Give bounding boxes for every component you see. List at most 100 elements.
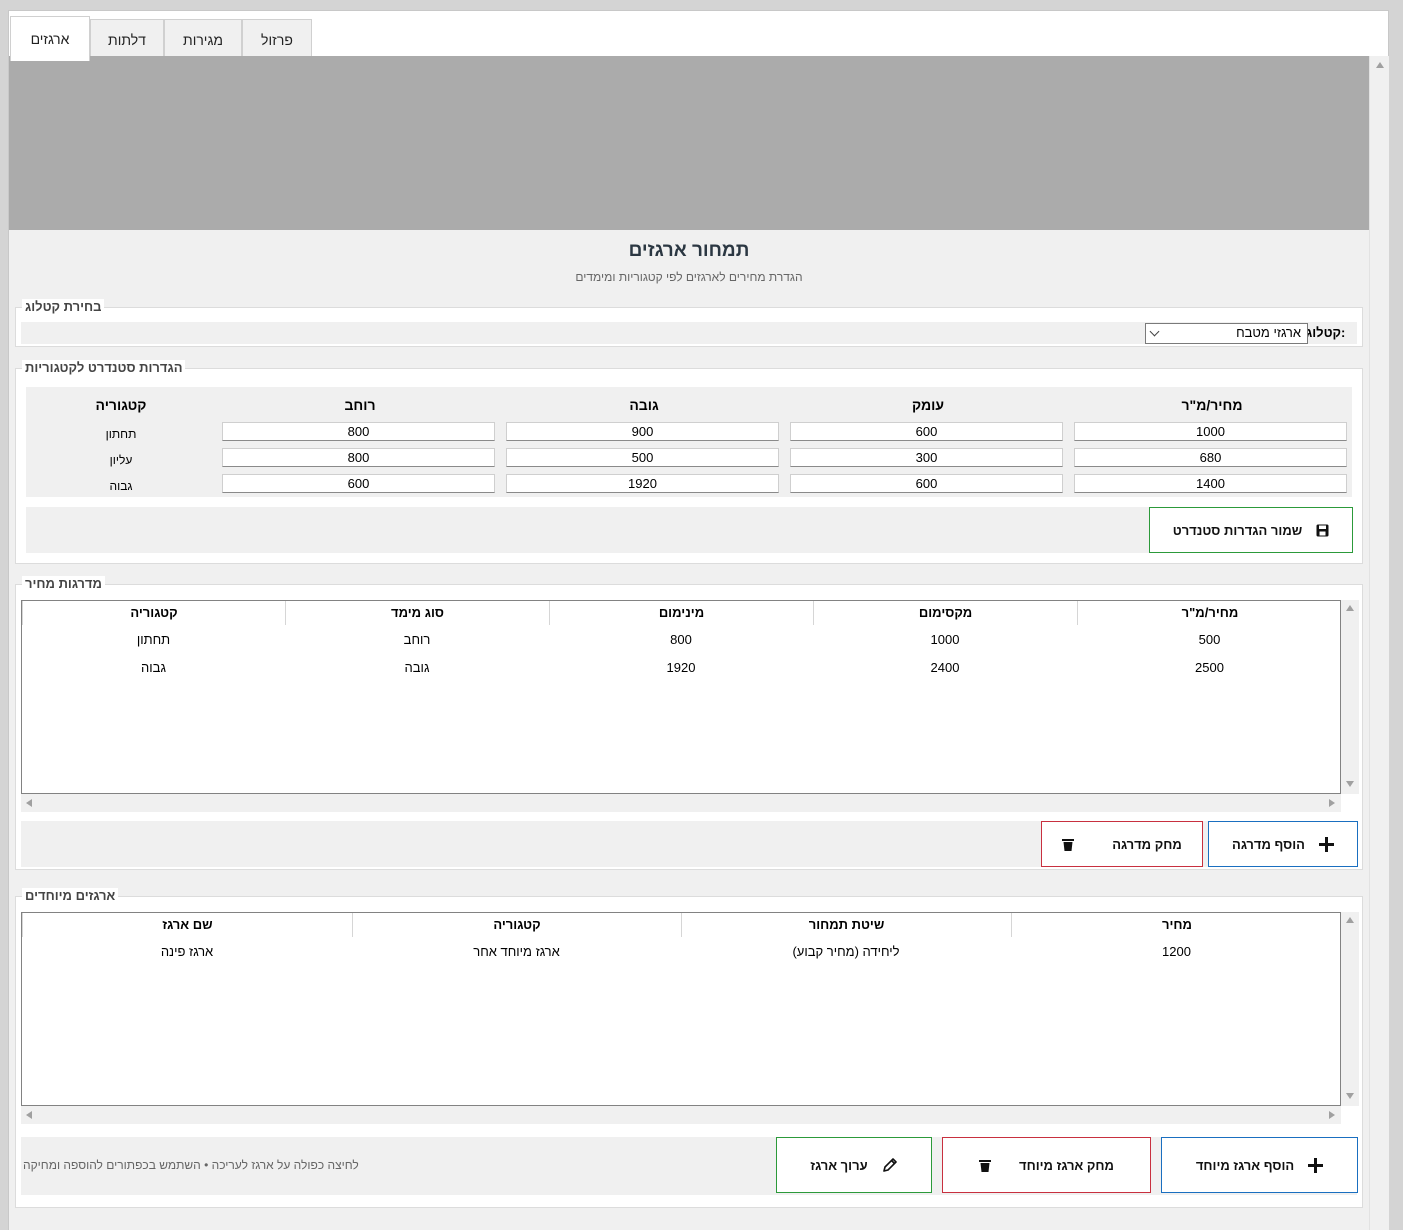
delete-tier-button[interactable]: מחק מדרגה <box>1041 821 1203 867</box>
width-input[interactable]: 600 <box>222 474 495 493</box>
special-vertical-scrollbar[interactable] <box>1341 912 1359 1106</box>
tier-cell[interactable]: 800 <box>549 632 813 647</box>
edit-box-button[interactable]: ערוך ארגז <box>776 1137 932 1193</box>
depth-input[interactable]: 300 <box>790 448 1063 467</box>
height-input[interactable]: 1920 <box>506 474 779 493</box>
pane-vertical-scrollbar[interactable] <box>1369 56 1389 1230</box>
trash-icon <box>979 1159 992 1172</box>
special-cell[interactable]: ארגז פינה <box>22 944 352 959</box>
scroll-down-icon[interactable] <box>1346 781 1354 787</box>
tiers-col-header[interactable]: מינימום <box>549 601 813 625</box>
height-input[interactable]: 900 <box>506 422 779 441</box>
plus-icon <box>1318 836 1334 852</box>
scroll-down-icon[interactable] <box>1346 1093 1354 1099</box>
save-standard-button[interactable]: שמור הגדרות סטנדרט <box>1149 507 1353 553</box>
tiers-col-header[interactable]: קטגוריה <box>22 601 285 625</box>
special-hint-text: לחיצה כפולה על ארגז לעריכה • השתמש בכפתו… <box>23 1158 359 1172</box>
boxes-pricing-pane: תמחור ארגזים הגדרת מחירים לארגזים לפי קט… <box>9 56 1369 1230</box>
row-category: עליון <box>109 453 133 467</box>
page-subtitle: הגדרת מחירים לארגזים לפי קטגוריות ומימדי… <box>575 270 803 284</box>
page-title: תמחור ארגזים <box>628 240 750 261</box>
depth-input[interactable]: 600 <box>790 422 1063 441</box>
catalog-select[interactable]: ארגזי מטבח <box>1145 323 1308 344</box>
app-window: ארגזים דלתות מגירות פרזול תמחור ארגזים ה… <box>8 10 1389 1230</box>
add-tier-label: הוסף מדרגה <box>1232 836 1305 852</box>
tier-cell[interactable]: רוחב <box>285 632 549 647</box>
tier-cell[interactable]: תחתון <box>22 632 285 647</box>
catalog-group-label: בחירת קטלוג <box>22 299 105 314</box>
depth-input[interactable]: 600 <box>790 474 1063 493</box>
tab-bar: ארגזים דלתות מגירות פרזול <box>9 15 1388 61</box>
col-width-header: רוחב <box>344 397 376 413</box>
tab-hardware[interactable]: פרזול <box>242 19 312 60</box>
special-col-header[interactable]: שיטת תמחור <box>681 913 1011 937</box>
col-category-header: קטגוריה <box>95 397 147 413</box>
special-col-header[interactable]: שם ארגז <box>22 913 352 937</box>
tier-cell[interactable]: 2500 <box>1077 660 1340 675</box>
price-input[interactable]: 1400 <box>1074 474 1347 493</box>
scroll-left-icon[interactable] <box>26 799 32 807</box>
col-height-header: גובה <box>629 397 659 413</box>
col-depth-header: עומק <box>911 397 945 413</box>
tier-cell[interactable]: 1920 <box>549 660 813 675</box>
special-horizontal-scrollbar[interactable] <box>21 1106 1341 1124</box>
special-group-label: ארגזים מיוחדים <box>22 888 119 903</box>
row-category: תחתון <box>105 427 137 441</box>
tier-cell[interactable]: 500 <box>1077 632 1340 647</box>
tier-cell[interactable]: 2400 <box>813 660 1077 675</box>
banner-image <box>9 56 1369 230</box>
special-boxes-table[interactable]: מחיר שיטת תמחור קטגוריה שם ארגז 1200 ליח… <box>21 912 1341 1106</box>
tiers-table[interactable]: מחיר/מ"ר מקסימום מינימום סוג מימד קטגורי… <box>21 600 1341 794</box>
catalog-select-value: ארגזי מטבח <box>1236 325 1301 340</box>
tiers-horizontal-scrollbar[interactable] <box>21 794 1341 812</box>
scroll-up-icon[interactable] <box>1346 917 1354 923</box>
tab-boxes[interactable]: ארגזים <box>10 16 90 61</box>
price-tiers-group: מדרגות מחיר מחיר/מ"ר מקסימום מינימום סוג… <box>15 576 1363 870</box>
scroll-up-icon[interactable] <box>1376 62 1384 68</box>
tiers-group-label: מדרגות מחיר <box>22 576 105 591</box>
tiers-vertical-scrollbar[interactable] <box>1341 600 1359 794</box>
col-price-header: מחיר/מ"ר <box>1181 397 1243 413</box>
tier-cell[interactable]: 1000 <box>813 632 1077 647</box>
width-input[interactable]: 800 <box>222 448 495 467</box>
tiers-col-header[interactable]: מקסימום <box>813 601 1077 625</box>
pencil-icon <box>882 1157 898 1173</box>
tier-cell[interactable]: גובה <box>285 660 549 675</box>
chevron-down-icon <box>1149 326 1160 337</box>
price-input[interactable]: 680 <box>1074 448 1347 467</box>
tab-drawers[interactable]: מגירות <box>164 19 242 60</box>
header-area: תמחור ארגזים הגדרת מחירים לארגזים לפי קט… <box>9 230 1369 300</box>
add-special-box-label: הוסף ארגז מיוחד <box>1195 1157 1295 1173</box>
standard-settings-group: הגדרות סטנדרט לקטגוריות מחיר/מ"ר עומק גו… <box>15 360 1363 564</box>
special-boxes-group: ארגזים מיוחדים מחיר שיטת תמחור קטגוריה ש… <box>15 888 1363 1208</box>
special-cell[interactable]: ארגז מיוחד אחר <box>352 944 681 959</box>
standard-group-label: הגדרות סטנדרט לקטגוריות <box>22 360 186 375</box>
save-standard-label: שמור הגדרות סטנדרט <box>1172 522 1303 538</box>
tab-doors[interactable]: דלתות <box>90 19 164 60</box>
delete-special-box-button[interactable]: מחק ארגז מיוחד <box>942 1137 1151 1193</box>
delete-special-box-label: מחק ארגז מיוחד <box>1019 1157 1114 1173</box>
special-col-header[interactable]: מחיר <box>1011 913 1340 937</box>
plus-icon <box>1308 1157 1324 1173</box>
special-col-header[interactable]: קטגוריה <box>352 913 681 937</box>
scroll-left-icon[interactable] <box>26 1111 32 1119</box>
trash-icon <box>1062 838 1075 851</box>
special-cell[interactable]: ליחידה (מחיר קבוע) <box>681 944 1011 959</box>
price-input[interactable]: 1000 <box>1074 422 1347 441</box>
scroll-up-icon[interactable] <box>1346 605 1354 611</box>
row-category: גבוה <box>109 479 133 493</box>
catalog-group: בחירת קטלוג קטלוג: ארגזי מטבח <box>15 299 1363 347</box>
add-tier-button[interactable]: הוסף מדרגה <box>1208 821 1358 867</box>
special-cell[interactable]: 1200 <box>1011 944 1340 959</box>
tier-cell[interactable]: גבוה <box>22 660 285 675</box>
scroll-right-icon[interactable] <box>1329 1111 1335 1119</box>
width-input[interactable]: 800 <box>222 422 495 441</box>
scroll-right-icon[interactable] <box>1329 799 1335 807</box>
delete-tier-label: מחק מדרגה <box>1112 836 1182 852</box>
tiers-col-header[interactable]: סוג מימד <box>285 601 549 625</box>
save-icon <box>1316 524 1329 537</box>
height-input[interactable]: 500 <box>506 448 779 467</box>
tiers-col-header[interactable]: מחיר/מ"ר <box>1077 601 1340 625</box>
add-special-box-button[interactable]: הוסף ארגז מיוחד <box>1161 1137 1358 1193</box>
edit-box-label: ערוך ארגז <box>810 1157 868 1173</box>
